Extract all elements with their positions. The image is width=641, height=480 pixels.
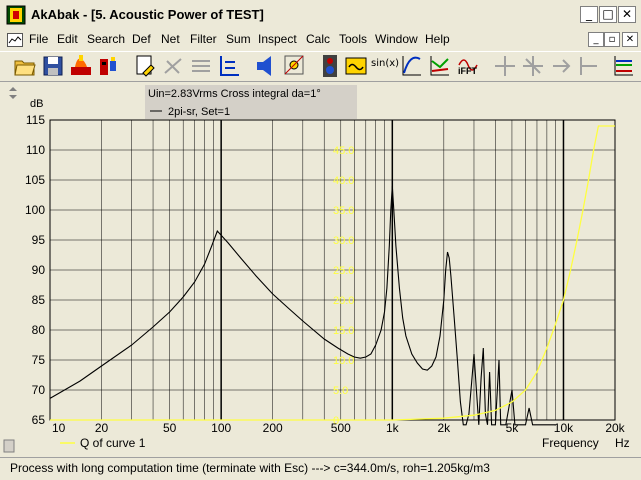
menu-calc[interactable]: Calc (306, 32, 330, 46)
response-curve-icon[interactable] (400, 53, 424, 79)
menu-help[interactable]: Help (425, 32, 450, 46)
q-tick-label: 40.0 (333, 175, 354, 187)
q-tick-label: 5.0 (333, 385, 348, 397)
title-bar: AkAbak - [5. Acoustic Power of TEST] _ □… (0, 0, 641, 30)
zoom-y-control-icon[interactable] (9, 87, 17, 99)
menu-search[interactable]: Search (87, 32, 125, 46)
menu-tools[interactable]: Tools (339, 32, 367, 46)
edit-document-icon[interactable] (133, 53, 157, 79)
menu-def[interactable]: Def (132, 32, 151, 46)
menu-inspect[interactable]: Inspect (258, 32, 297, 46)
menu-filter[interactable]: Filter (190, 32, 217, 46)
y-tick-label: 75 (32, 353, 46, 367)
filter-box-icon[interactable] (344, 53, 368, 79)
x-tick-label: 20 (95, 421, 109, 435)
phase-plot-icon[interactable] (428, 53, 452, 79)
disabled-cross-icon (521, 53, 545, 79)
q-tick-label: 30.0 (333, 235, 354, 247)
x-tick-label: 500 (331, 421, 351, 435)
y-tick-label: 105 (25, 173, 45, 187)
app-icon (6, 5, 26, 25)
disabled-tool-icon (161, 53, 185, 79)
x-axis-label: Frequency (542, 436, 599, 450)
chart-svg: Uin=2.83Vrms Cross integral da=1° 2pi-sr,… (3, 85, 630, 453)
menu-window[interactable]: Window (375, 32, 418, 46)
axes-scale-icon[interactable] (217, 53, 241, 79)
y-tick-label: 110 (26, 143, 45, 157)
x-tick-label: 10k (554, 421, 574, 435)
open-folder-icon[interactable] (13, 53, 37, 79)
x-tick-label: 2k (437, 421, 451, 435)
mdi-restore-button[interactable]: ▫ (604, 32, 620, 47)
x-tick-label: 50 (163, 421, 177, 435)
y-tick-label: 80 (32, 323, 46, 337)
info-line-2: 2pi-sr, Set=1 (168, 106, 230, 118)
plot-area[interactable]: Uin=2.83Vrms Cross integral da=1° 2pi-sr,… (0, 82, 641, 457)
y-tick-label: 90 (32, 263, 46, 277)
status-text: Process with long computation time (term… (10, 461, 490, 475)
y-tick-label: 70 (32, 383, 46, 397)
close-button[interactable]: ✕ (618, 6, 636, 23)
disabled-arrow-icon (549, 53, 573, 79)
y-axis-unit: dB (30, 98, 43, 110)
q-tick-label: 25.0 (333, 265, 354, 277)
y-tick-label: 115 (26, 113, 45, 127)
disabled-filter-icon (189, 53, 213, 79)
q-tick-label: 10.0 (333, 355, 354, 367)
mdi-minimize-button[interactable]: _ (588, 32, 604, 47)
legend-q-label: Q of curve 1 (80, 436, 146, 450)
x-axis-unit: Hz (615, 436, 630, 450)
x-tick-label: 20k (605, 421, 625, 435)
menu-net[interactable]: Net (161, 32, 180, 46)
info-line-1: Uin=2.83Vrms Cross integral da=1° (148, 88, 321, 100)
menu-file[interactable]: File (29, 32, 48, 46)
speaker-icon[interactable] (254, 53, 278, 79)
window-title: AkAbak - [5. Acoustic Power of TEST] (31, 7, 264, 22)
q-tick-label: 35.0 (333, 205, 354, 217)
q-tick-label: 15.0 (333, 325, 354, 337)
disabled-marker-icon (577, 53, 601, 79)
x-tick-label: 200 (263, 421, 283, 435)
x-tick-label: 1k (386, 421, 400, 435)
maximize-button[interactable]: □ (599, 6, 617, 23)
position-grid-icon[interactable] (282, 53, 306, 79)
ifft-label: iFFT (458, 66, 477, 76)
q-tick-label: 20.0 (333, 295, 354, 307)
scroll-control-icon[interactable] (3, 439, 15, 453)
save-disk-icon[interactable] (41, 53, 65, 79)
speaker-driver-icon[interactable] (96, 53, 120, 79)
y-tick-label: 100 (25, 203, 45, 217)
q-tick-label: 45.0 (333, 145, 354, 157)
minimize-button[interactable]: _ (580, 6, 598, 23)
x-tick-label: 100 (211, 421, 231, 435)
menu-edit[interactable]: Edit (57, 32, 78, 46)
x-tick-label: 10 (52, 421, 66, 435)
sine-function-label: sin(x) (371, 58, 400, 69)
meter-icon[interactable] (318, 53, 342, 79)
menu-sum[interactable]: Sum (226, 32, 251, 46)
disabled-target-icon (493, 53, 517, 79)
fire-icon[interactable] (69, 53, 93, 79)
x-tick-label: 5k (506, 421, 520, 435)
mdi-close-button[interactable]: ✕ (622, 32, 638, 47)
document-icon[interactable] (7, 33, 23, 47)
y-tick-label: 65 (32, 413, 46, 427)
multi-curve-icon[interactable] (612, 53, 636, 79)
y-tick-label: 85 (32, 293, 46, 307)
y-tick-label: 95 (32, 233, 46, 247)
